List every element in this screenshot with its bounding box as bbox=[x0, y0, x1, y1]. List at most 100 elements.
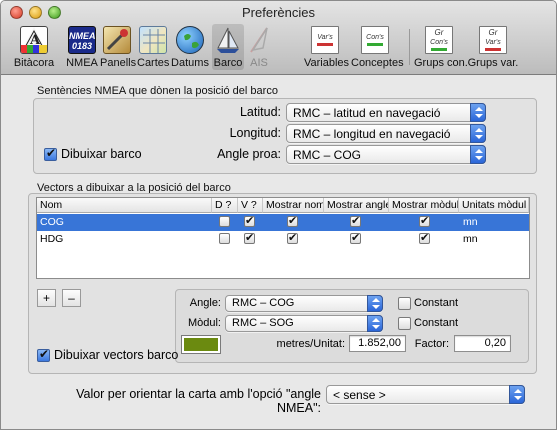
toolbar-item-ais[interactable]: AIS bbox=[246, 24, 272, 70]
angle-constant-checkbox[interactable] bbox=[398, 297, 411, 310]
popup-arrows-icon bbox=[509, 385, 525, 404]
module-constant-label: Constant bbox=[414, 317, 459, 329]
column-header-v[interactable]: V ? bbox=[238, 198, 263, 213]
module-value: RMC – SOG bbox=[232, 317, 294, 329]
icon-caption: Gr bbox=[434, 28, 444, 37]
meters-per-unit-field[interactable]: 1.852,00 bbox=[349, 335, 406, 352]
draw-boat-checkbox[interactable] bbox=[44, 146, 57, 161]
row-v-checkbox[interactable] bbox=[244, 214, 255, 227]
icon-caption: Con's bbox=[430, 39, 448, 46]
logbook-icon: A bbox=[20, 26, 48, 54]
toolbar-label: Conceptes bbox=[351, 57, 404, 69]
boat-icon bbox=[214, 26, 242, 54]
popup-arrows-icon bbox=[367, 295, 383, 312]
toolbar-item-barco[interactable]: Barco bbox=[212, 24, 244, 70]
orient-popup[interactable]: < sense > bbox=[326, 385, 525, 404]
toolbar-item-datums[interactable]: Datums bbox=[170, 24, 210, 70]
nmea-icon: NMEA 0183 bbox=[68, 26, 96, 54]
toolbar-label: Panells bbox=[100, 57, 137, 69]
vector-color-swatch bbox=[184, 338, 218, 351]
variable-groups-icon: Gr Var's bbox=[479, 26, 507, 54]
toolbar-separator bbox=[409, 29, 410, 65]
vectors-table[interactable]: Nom D ? V ? Mostrar nom Mostrar angle Mo… bbox=[36, 197, 530, 279]
latitude-popup[interactable]: RMC – latitud en navegació bbox=[286, 103, 486, 122]
factor-field[interactable]: 0,20 bbox=[454, 335, 511, 352]
toolbar-item-panells[interactable]: Panells bbox=[100, 24, 137, 70]
draw-vectors-label: Dibuixar vectors barco bbox=[54, 348, 179, 362]
row-show-angle-checkbox[interactable] bbox=[350, 231, 361, 244]
row-show-module-checkbox[interactable] bbox=[419, 214, 430, 227]
column-header-nom[interactable]: Nom bbox=[37, 198, 212, 213]
row-d-checkbox[interactable] bbox=[219, 216, 230, 227]
latitude-label: Latitud: bbox=[239, 105, 281, 119]
module-constant-checkbox[interactable] bbox=[398, 317, 411, 330]
variables-icon: Var's bbox=[311, 26, 339, 54]
globe-icon bbox=[176, 26, 204, 54]
toolbar-item-nmea[interactable]: NMEA 0183 NMEA bbox=[64, 24, 100, 70]
heading-popup[interactable]: RMC – COG bbox=[286, 145, 486, 164]
row-show-module-checkbox[interactable] bbox=[419, 231, 430, 244]
row-units: mn bbox=[463, 216, 478, 228]
angle-popup[interactable]: RMC – COG bbox=[225, 295, 383, 312]
toolbar-label: Grups con. bbox=[414, 57, 468, 69]
draw-boat-label: Dibuixar barco bbox=[61, 147, 142, 161]
toolbar-item-variables[interactable]: Var's Variables bbox=[304, 24, 349, 70]
svg-text:A: A bbox=[29, 33, 41, 48]
title-bar: Preferències A Bitàcora NMEA 0183 NMEA Pa… bbox=[1, 1, 556, 75]
toolbar-item-grups-var[interactable]: Gr Var's Grups var. bbox=[467, 24, 519, 70]
toolbar-label: AIS bbox=[250, 57, 268, 69]
popup-arrows-icon bbox=[470, 145, 486, 164]
popup-arrows-icon bbox=[367, 315, 383, 332]
module-popup[interactable]: RMC – SOG bbox=[225, 315, 383, 332]
icon-caption: Con's bbox=[366, 34, 384, 41]
popup-arrows-icon bbox=[470, 103, 486, 122]
row-name: COG bbox=[40, 216, 64, 228]
row-show-name-checkbox[interactable] bbox=[287, 214, 298, 227]
longitude-label: Longitud: bbox=[229, 126, 281, 140]
row-v-checkbox[interactable] bbox=[244, 231, 255, 244]
window-title: Preferències bbox=[242, 5, 315, 20]
angle-constant-label: Constant bbox=[414, 297, 459, 309]
add-vector-button[interactable]: + bbox=[37, 289, 56, 307]
longitude-popup[interactable]: RMC – longitud en navegació bbox=[286, 124, 486, 143]
popup-arrows-icon bbox=[470, 124, 486, 143]
row-show-name-checkbox[interactable] bbox=[287, 231, 298, 244]
preferences-window: Preferències A Bitàcora NMEA 0183 NMEA Pa… bbox=[0, 0, 557, 430]
row-units: mn bbox=[463, 233, 478, 245]
toolbar-item-conceptes[interactable]: Con's Conceptes bbox=[351, 24, 404, 70]
longitude-value: RMC – longitud en navegació bbox=[293, 127, 451, 141]
concept-groups-icon: Gr Con's bbox=[425, 26, 453, 54]
toolbar-label: Bitàcora bbox=[13, 57, 55, 69]
ais-icon bbox=[245, 26, 273, 54]
toolbar-item-grups-con[interactable]: Gr Con's Grups con. bbox=[414, 24, 468, 70]
row-show-angle-checkbox[interactable] bbox=[350, 214, 361, 227]
column-header-units[interactable]: Unitats mòdul bbox=[459, 198, 529, 213]
heading-value: RMC – COG bbox=[293, 148, 362, 162]
column-header-show-angle[interactable]: Mostrar angle bbox=[324, 198, 389, 213]
column-header-d[interactable]: D ? bbox=[212, 198, 238, 213]
module-label: Mòdul: bbox=[187, 317, 221, 329]
vector-color-well[interactable] bbox=[181, 335, 221, 354]
angle-value: RMC – COG bbox=[232, 297, 295, 309]
draw-vectors-checkbox[interactable] bbox=[37, 347, 50, 362]
row-name: HDG bbox=[40, 233, 64, 245]
toolbar-label: Datums bbox=[171, 57, 209, 69]
column-header-show-module[interactable]: Mostrar mòdul bbox=[389, 198, 459, 213]
latitude-value: RMC – latitud en navegació bbox=[293, 106, 441, 120]
angle-label: Angle: bbox=[189, 297, 221, 309]
charts-icon bbox=[139, 26, 167, 54]
table-row[interactable]: COG mn bbox=[37, 214, 529, 231]
orient-value: < sense > bbox=[333, 388, 386, 402]
toolbar-label: Cartes bbox=[137, 57, 170, 69]
row-d-checkbox[interactable] bbox=[219, 233, 230, 244]
icon-caption: Gr bbox=[488, 28, 498, 37]
toolbar-item-cartes[interactable]: Cartes bbox=[137, 24, 169, 70]
orient-label: Valor per orientar la carta amb l'opció … bbox=[76, 387, 321, 415]
meters-per-unit-label: metres/Unitat: bbox=[276, 338, 345, 350]
toolbar-label: NMEA bbox=[66, 57, 98, 69]
toolbar-item-bitacora[interactable]: A Bitàcora bbox=[13, 24, 55, 70]
factor-label: Factor: bbox=[414, 338, 449, 350]
remove-vector-button[interactable]: – bbox=[62, 289, 81, 307]
table-row[interactable]: HDG mn bbox=[37, 231, 529, 248]
column-header-show-name[interactable]: Mostrar nom bbox=[263, 198, 324, 213]
